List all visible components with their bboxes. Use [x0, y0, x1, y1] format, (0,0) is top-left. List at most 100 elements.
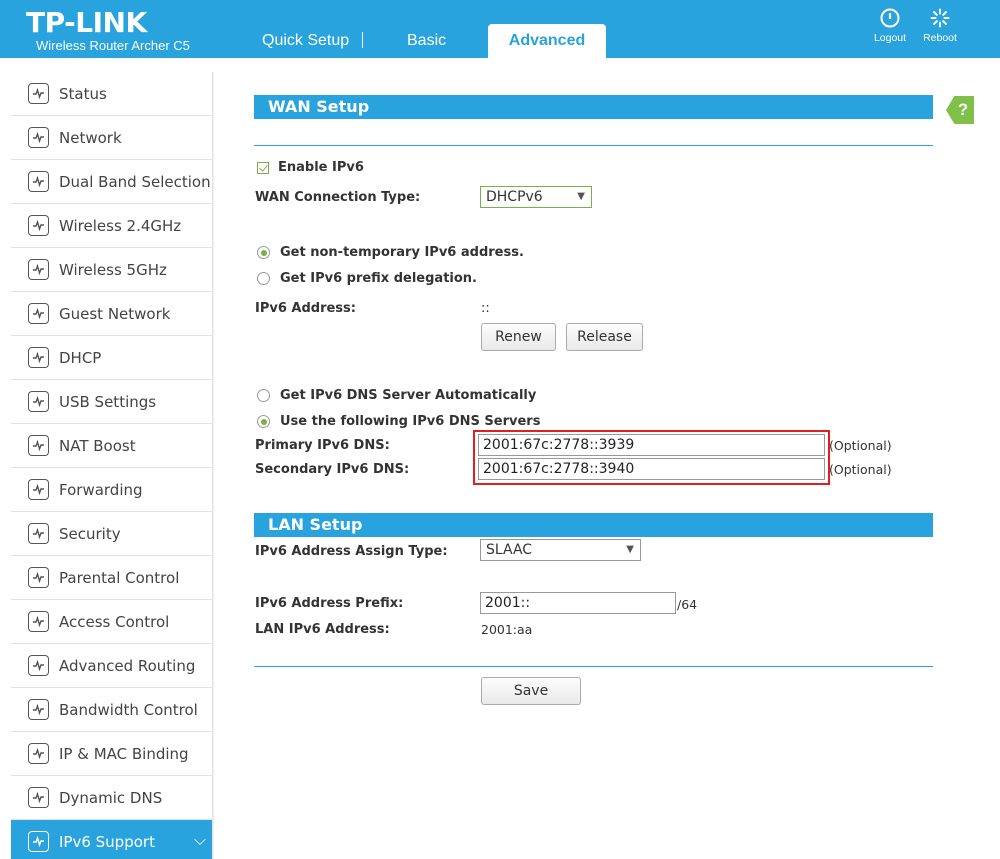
divider: [254, 145, 933, 146]
forwarding-icon: [28, 479, 49, 500]
ipv6-address-value: ::: [481, 301, 490, 316]
dns-auto-label: Get IPv6 DNS Server Automatically: [280, 388, 537, 403]
sidebar-item-label: Status: [59, 85, 107, 103]
sidebar: Status Network Dual Band Selection Wireless…: [11, 72, 213, 859]
secondary-dns-optional: (Optional): [829, 462, 892, 477]
nat-icon: [28, 435, 49, 456]
status-icon: [28, 83, 49, 104]
primary-dns-label: Primary IPv6 DNS:: [255, 438, 390, 453]
sidebar-item-label: Access Control: [59, 613, 170, 631]
assign-type-label: IPv6 Address Assign Type:: [255, 544, 448, 559]
dns-manual-radio[interactable]: [257, 415, 270, 428]
sidebar-item-ipv6-support[interactable]: IPv6 Support ⌵: [11, 820, 212, 859]
sidebar-item-label: Wireless 5GHz: [59, 261, 167, 279]
sidebar-item-label: Wireless 2.4GHz: [59, 217, 182, 235]
release-button[interactable]: Release: [566, 323, 643, 351]
sidebar-item-label: Guest Network: [59, 305, 171, 323]
router-model: Wireless Router Archer C5: [36, 38, 190, 53]
logout-label: Logout: [873, 32, 907, 44]
sidebar-item-parental-control[interactable]: Parental Control: [11, 556, 212, 600]
sidebar-item-wireless-2-4ghz[interactable]: Wireless 2.4GHz: [11, 204, 212, 248]
sidebar-item-bandwidth-control[interactable]: Bandwidth Control: [11, 688, 212, 732]
sidebar-item-dual-band-selection[interactable]: Dual Band Selection: [11, 160, 212, 204]
prefix-label: IPv6 Address Prefix:: [255, 596, 404, 611]
wan-connection-type-value: DHCPv6: [486, 189, 543, 205]
sidebar-item-label: IP & MAC Binding: [59, 745, 189, 763]
wan-connection-type-label: WAN Connection Type:: [255, 190, 421, 205]
primary-dns-input[interactable]: 2001:67c:2778::3939: [478, 434, 825, 456]
dns-auto-radio[interactable]: [257, 389, 270, 402]
sidebar-item-label: Advanced Routing: [59, 657, 196, 675]
dhcp-icon: [28, 347, 49, 368]
sidebar-item-label: Dual Band Selection: [59, 173, 211, 191]
sidebar-item-advanced-routing[interactable]: Advanced Routing: [11, 644, 212, 688]
sidebar-item-nat-boost[interactable]: NAT Boost: [11, 424, 212, 468]
enable-ipv6-label: Enable IPv6: [278, 160, 364, 175]
sidebar-item-dhcp[interactable]: DHCP: [11, 336, 212, 380]
sidebar-item-label: DHCP: [59, 349, 102, 367]
wan-setup-header: WAN Setup: [254, 95, 933, 119]
brand-logo: TP-LINK: [26, 6, 147, 39]
nav-divider: [362, 32, 363, 48]
secondary-dns-label: Secondary IPv6 DNS:: [255, 462, 410, 477]
sidebar-item-status[interactable]: Status: [11, 72, 212, 116]
sidebar-item-label: Parental Control: [59, 569, 180, 587]
ipv6-icon: [28, 831, 49, 852]
prefix-delegation-label: Get IPv6 prefix delegation.: [280, 271, 477, 286]
lan-ipv6-address-label: LAN IPv6 Address:: [255, 622, 390, 637]
dual-band-icon: [28, 171, 49, 192]
enable-ipv6-checkbox[interactable]: [257, 162, 269, 174]
power-icon: [867, 8, 913, 28]
ddns-icon: [28, 787, 49, 808]
parental-icon: [28, 567, 49, 588]
access-icon: [28, 611, 49, 632]
reboot-icon: [917, 8, 963, 28]
dns-manual-label: Use the following IPv6 DNS Servers: [280, 414, 541, 429]
chevron-down-icon: ▼: [626, 544, 634, 555]
sidebar-item-wireless-5ghz[interactable]: Wireless 5GHz: [11, 248, 212, 292]
assign-type-select[interactable]: SLAAC ▼: [480, 539, 641, 561]
lock-icon: [28, 523, 49, 544]
sidebar-item-label: USB Settings: [59, 393, 157, 411]
tab-quick-setup[interactable]: Quick Setup: [262, 32, 349, 50]
lan-ipv6-address-value: 2001:aa: [481, 622, 533, 637]
sidebar-item-label: Dynamic DNS: [59, 789, 163, 807]
assign-type-value: SLAAC: [486, 542, 533, 558]
prefix-suffix: /64: [677, 597, 698, 612]
sidebar-item-guest-network[interactable]: Guest Network: [11, 292, 212, 336]
sidebar-item-label: Forwarding: [59, 481, 143, 499]
sidebar-item-access-control[interactable]: Access Control: [11, 600, 212, 644]
chevron-down-icon: ⌵: [193, 832, 206, 849]
nontemp-address-label: Get non-temporary IPv6 address.: [280, 245, 524, 260]
sidebar-item-ip-mac-binding[interactable]: IP & MAC Binding: [11, 732, 212, 776]
reboot-button[interactable]: Reboot: [917, 8, 963, 44]
secondary-dns-input[interactable]: 2001:67c:2778::3940: [478, 458, 825, 480]
wireless-icon: [28, 259, 49, 280]
globe-icon: [28, 127, 49, 148]
prefix-delegation-radio[interactable]: [257, 272, 270, 285]
chevron-down-icon: ▼: [577, 191, 585, 202]
renew-button[interactable]: Renew: [481, 323, 556, 351]
tab-basic[interactable]: Basic: [407, 32, 446, 50]
sidebar-item-label: Security: [59, 525, 121, 543]
logout-button[interactable]: Logout: [867, 8, 913, 44]
sidebar-item-security[interactable]: Security: [11, 512, 212, 556]
sidebar-item-label: Bandwidth Control: [59, 701, 198, 719]
sidebar-item-forwarding[interactable]: Forwarding: [11, 468, 212, 512]
sidebar-item-network[interactable]: Network: [11, 116, 212, 160]
nontemp-address-radio[interactable]: [257, 246, 270, 259]
save-button[interactable]: Save: [481, 677, 581, 705]
ipv6-address-label: IPv6 Address:: [255, 301, 356, 316]
reboot-label: Reboot: [923, 32, 957, 44]
usb-icon: [28, 391, 49, 412]
prefix-input[interactable]: 2001::: [480, 592, 676, 614]
divider: [254, 666, 933, 667]
tab-advanced[interactable]: Advanced: [488, 24, 606, 58]
guest-icon: [28, 303, 49, 324]
sidebar-item-usb-settings[interactable]: USB Settings: [11, 380, 212, 424]
sidebar-item-label: IPv6 Support: [59, 833, 155, 851]
binding-icon: [28, 743, 49, 764]
wan-connection-type-select[interactable]: DHCPv6 ▼: [480, 186, 592, 208]
sidebar-item-label: NAT Boost: [59, 437, 136, 455]
sidebar-item-dynamic-dns[interactable]: Dynamic DNS: [11, 776, 212, 820]
